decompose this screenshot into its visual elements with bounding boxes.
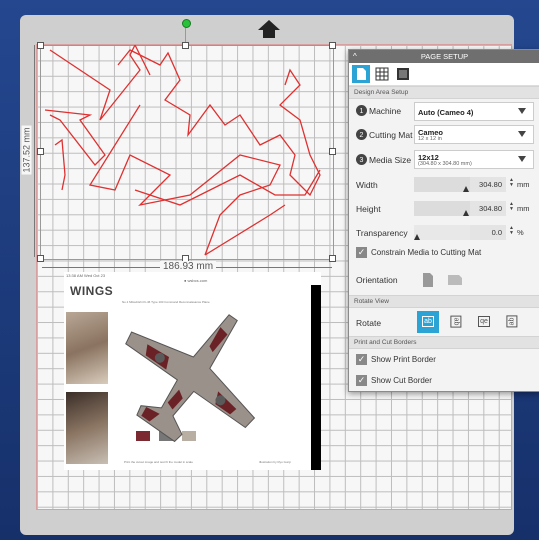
step-3-badge: 3 bbox=[356, 154, 367, 165]
cut-path-shape[interactable] bbox=[40, 45, 332, 258]
panel-tabs bbox=[349, 63, 539, 86]
width-slider[interactable] bbox=[414, 177, 471, 192]
rotation-handle[interactable] bbox=[182, 19, 191, 28]
photo-url: ● wsbcs.com bbox=[184, 278, 208, 283]
rotate-180-button[interactable]: qe bbox=[473, 311, 495, 333]
transparency-input[interactable]: 0.0 bbox=[470, 225, 506, 240]
height-dimension: 137.52 mm bbox=[21, 45, 40, 257]
constrain-row: ✓ Constrain Media to Cutting Mat bbox=[349, 245, 539, 265]
photo-black-edge bbox=[311, 285, 321, 470]
cutting-mat-dropdown[interactable]: Cameo 12 x 12 in bbox=[414, 125, 534, 144]
print-border-row: ✓ Show Print Border bbox=[349, 349, 539, 371]
rotate-label: Rotate bbox=[356, 318, 382, 328]
section-design-area: Design Area Setup bbox=[349, 86, 539, 99]
panel-title-bar[interactable]: ^ PAGE SETUP bbox=[349, 50, 539, 63]
machine-value: Auto (Cameo 4) bbox=[418, 108, 474, 117]
height-label: Height bbox=[356, 204, 381, 214]
section-rotate-view: Rotate View bbox=[349, 295, 539, 308]
step-2-badge: 2 bbox=[356, 129, 367, 140]
rotate-270-text: ab bbox=[506, 315, 518, 328]
cutting-mat-row: 2 Cutting Mat Cameo 12 x 12 in bbox=[349, 123, 539, 147]
cut-border-label: Show Cut Border bbox=[371, 376, 432, 385]
machine-row: 1 Machine Auto (Cameo 4) bbox=[349, 99, 539, 123]
width-dimension-label: 186.93 mm bbox=[160, 261, 217, 272]
print-border-checkbox[interactable]: ✓ bbox=[356, 354, 367, 365]
dropdown-icon bbox=[518, 131, 526, 137]
cut-border-row: ✓ Show Cut Border bbox=[349, 371, 539, 393]
feed-direction-arrow-stem bbox=[263, 30, 275, 38]
height-input[interactable]: 304.80 bbox=[470, 201, 506, 216]
media-size-dropdown[interactable]: 12x12 (304.80 x 304.80 mm) bbox=[414, 150, 534, 169]
rotate-90-text: ab bbox=[450, 315, 462, 328]
transparency-label: Transparency bbox=[356, 228, 408, 238]
photo-caption-left: Print the cutout image and test fit the … bbox=[124, 460, 193, 464]
transparency-unit: % bbox=[517, 228, 524, 237]
height-slider[interactable] bbox=[414, 201, 471, 216]
machine-label: Machine bbox=[369, 106, 402, 116]
rotate-180-text: qe bbox=[478, 316, 490, 327]
page-setup-panel: ^ PAGE SETUP Design Area Setup 1 Machine… bbox=[348, 49, 539, 392]
tab-mat-icon[interactable] bbox=[394, 65, 412, 83]
print-border-label: Show Print Border bbox=[371, 355, 436, 364]
tab-grid-icon[interactable] bbox=[373, 65, 391, 83]
collapse-chevron-icon[interactable]: ^ bbox=[353, 50, 357, 63]
step-1-badge: 1 bbox=[356, 105, 367, 116]
constrain-checkbox[interactable]: ✓ bbox=[356, 247, 367, 258]
width-unit: mm bbox=[517, 180, 530, 189]
rotate-0-button[interactable]: ab bbox=[417, 311, 439, 333]
airplane-illustration bbox=[125, 314, 256, 443]
height-dimension-label: 137.52 mm bbox=[21, 125, 32, 175]
height-unit: mm bbox=[517, 204, 530, 213]
height-row: Height 304.80 ▲ ▼ mm bbox=[349, 197, 539, 221]
cutting-mat-label: Cutting Mat bbox=[369, 130, 413, 140]
feed-direction-arrow-icon bbox=[258, 20, 280, 30]
landscape-icon[interactable] bbox=[447, 274, 463, 286]
width-dimension: 186.93 mm bbox=[42, 261, 332, 272]
panel-title: PAGE SETUP bbox=[420, 52, 469, 61]
photo-status-bar: 13:38 AM Wed Oct 23 bbox=[66, 273, 106, 278]
width-label: Width bbox=[356, 180, 378, 190]
rotate-270-button[interactable]: ab bbox=[501, 311, 523, 333]
machine-dropdown[interactable]: Auto (Cameo 4) bbox=[414, 102, 534, 121]
media-size-row: 3 Media Size 12x12 (304.80 x 304.80 mm) bbox=[349, 147, 539, 173]
constrain-label: Constrain Media to Cutting Mat bbox=[371, 248, 482, 257]
rotate-90-button[interactable]: ab bbox=[445, 311, 467, 333]
section-print-cut-borders: Print and Cut Borders bbox=[349, 336, 539, 349]
photo-hangar-image-2 bbox=[66, 392, 108, 464]
height-spinner[interactable]: ▲ ▼ bbox=[509, 202, 514, 212]
rotate-row: Rotate ab ab qe ab bbox=[349, 308, 539, 336]
width-spinner[interactable]: ▲ ▼ bbox=[509, 178, 514, 188]
tab-page-icon[interactable] bbox=[352, 65, 370, 83]
transparency-slider[interactable] bbox=[414, 225, 471, 240]
dropdown-icon bbox=[518, 108, 526, 114]
width-row: Width 304.80 ▲ ▼ mm bbox=[349, 173, 539, 197]
slider-knob[interactable] bbox=[463, 210, 469, 216]
slider-knob[interactable] bbox=[463, 186, 469, 192]
transparency-row: Transparency 0.0 ▲ ▼ % bbox=[349, 221, 539, 245]
media-size-detail: (304.80 x 304.80 mm) bbox=[418, 161, 472, 167]
cut-border-checkbox[interactable]: ✓ bbox=[356, 375, 367, 386]
orientation-row: Orientation bbox=[349, 265, 539, 295]
portrait-icon[interactable] bbox=[421, 272, 435, 288]
photo-title: WINGS bbox=[70, 284, 114, 298]
orientation-label: Orientation bbox=[356, 275, 398, 285]
width-input[interactable]: 304.80 bbox=[470, 177, 506, 192]
media-size-label: Media Size bbox=[369, 155, 412, 165]
photo-caption-right: Illustration by Ryo Gunji bbox=[259, 460, 291, 464]
transparency-spinner[interactable]: ▲ ▼ bbox=[509, 226, 514, 236]
slider-knob[interactable] bbox=[414, 234, 420, 240]
rotate-0-text: ab bbox=[422, 316, 434, 327]
dropdown-icon bbox=[518, 156, 526, 162]
cutting-mat-detail: 12 x 12 in bbox=[418, 136, 442, 142]
photo-hangar-image-1 bbox=[66, 312, 108, 384]
